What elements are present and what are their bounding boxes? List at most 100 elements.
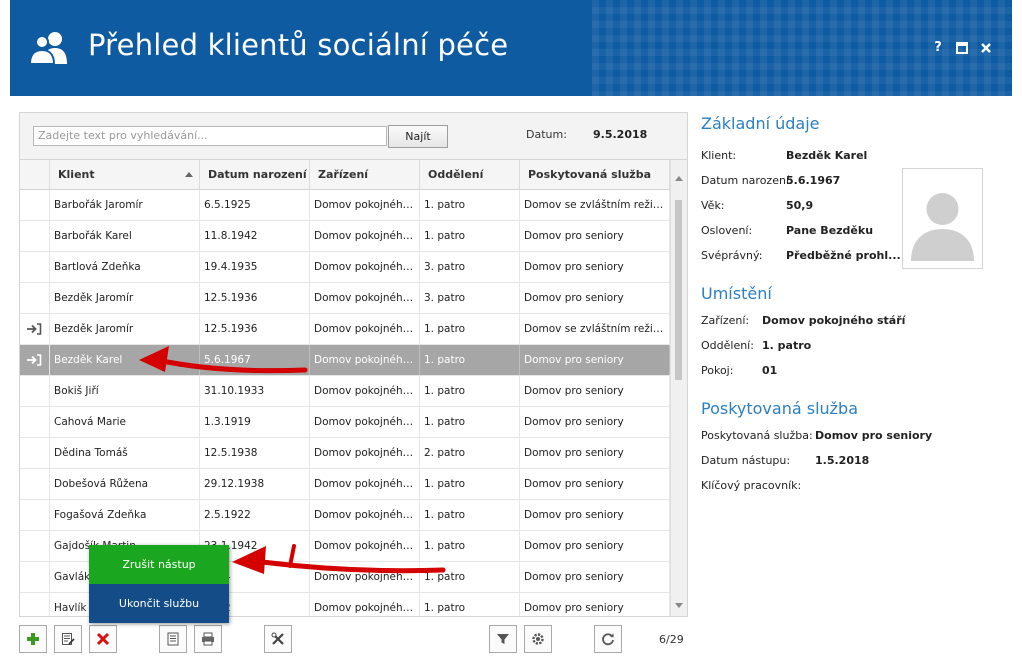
plus-icon (27, 633, 39, 645)
cell-sluzba: Domov pro seniory (520, 252, 670, 282)
cell-sluzba: Domov pro seniory (520, 345, 670, 375)
document-icon (167, 632, 179, 646)
column-header-klient[interactable]: Klient (50, 160, 200, 189)
printer-icon (202, 632, 214, 646)
settings-button[interactable] (524, 625, 552, 653)
delete-button[interactable] (89, 625, 117, 653)
cell-sluzba: Domov pro seniory (520, 469, 670, 499)
row-indicator (20, 469, 50, 499)
row-indicator (20, 407, 50, 437)
row-indicator (20, 345, 50, 375)
close-icon (981, 43, 991, 53)
header-pattern (592, 0, 1012, 96)
cell-datum: 12.5.1938 (200, 438, 310, 468)
close-button[interactable] (978, 40, 994, 56)
table-row[interactable]: Fogašová Zdeňka 2.5.1922 Domov pokojného s… (20, 500, 670, 531)
cell-sluzba: Domov pro seniory (520, 221, 670, 251)
cell-klient: Dobešová Růžena (50, 469, 200, 499)
detail-label-key-worker: Klíčový pracovník: (701, 479, 802, 492)
edit-button[interactable] (54, 625, 82, 653)
column-header-sluzba[interactable]: Poskytovaná služba (520, 160, 670, 189)
cell-sluzba: Domov pro seniory (520, 438, 670, 468)
add-button[interactable] (19, 625, 47, 653)
row-indicator (20, 593, 50, 616)
search-input[interactable]: Zadejte text pro vyhledávání... (33, 126, 387, 146)
document-button[interactable] (159, 625, 187, 653)
cell-zarizeni: Domov pokojného stáří (310, 438, 420, 468)
refresh-icon (602, 633, 614, 646)
cell-oddeleni: 3. patro (420, 252, 520, 282)
table-row[interactable]: Dědina Tomáš12.5.1938Domov pokojného stá… (20, 438, 670, 469)
cell-oddeleni: 2. patro (420, 438, 520, 468)
cell-datum: 29.12.1938 (200, 469, 310, 499)
filter-button[interactable] (489, 625, 517, 653)
maximize-button[interactable] (954, 40, 970, 56)
date-label: Datum: (526, 128, 567, 141)
column-header-zarizeni[interactable]: Zařízení (310, 160, 420, 189)
scroll-up-icon[interactable] (675, 176, 683, 181)
print-button[interactable] (194, 625, 222, 653)
cell-sluzba: Domov pro seniory (520, 376, 670, 406)
scroll-thumb[interactable] (675, 200, 682, 380)
cell-sluzba: Domov pro seniory (520, 562, 670, 592)
placement-title: Umístění (701, 284, 772, 303)
detail-value-room: 01 (762, 364, 778, 377)
scroll-down-icon[interactable] (675, 603, 683, 608)
app-header: Přehled klientů sociální péče ? (10, 0, 1012, 96)
basic-info-title: Základní údaje (701, 114, 820, 133)
detail-value-birthdate: 5.6.1967 (786, 174, 841, 187)
edit-document-icon (62, 633, 75, 645)
row-indicator (20, 221, 50, 251)
detail-value-department: 1. patro (762, 339, 812, 352)
cell-klient: Barbořák Karel (50, 221, 200, 251)
table-row[interactable]: Dobešová Růžena 29.12.1938 Domov pokojného… (20, 469, 670, 500)
detail-label-salutation: Oslovení: (701, 224, 753, 237)
cancel-admission-button[interactable]: Zrušit nástup (89, 545, 229, 584)
service-title: Poskytovaná služba (701, 399, 859, 418)
row-indicator (20, 562, 50, 592)
cell-klient: Cahová Marie (50, 407, 200, 437)
cell-zarizeni: Domov pokojného stáří (310, 221, 420, 251)
table-row[interactable]: Cahová Marie1.3.1919Domov pokojného stář… (20, 407, 670, 438)
detail-label-service: Poskytovaná služba: (701, 429, 813, 442)
refresh-button[interactable] (594, 625, 622, 653)
column-header-datum[interactable]: Datum narození (200, 160, 310, 189)
cell-datum: 11.8.1942 (200, 221, 310, 251)
detail-label-facility: Zařízení: (701, 314, 750, 327)
search-button[interactable]: Najít (388, 125, 448, 148)
indicator-header (20, 160, 50, 189)
cell-datum: 6.5.1925 (200, 190, 310, 220)
detail-label-room: Pokoj: (701, 364, 734, 377)
table-row[interactable]: Bezděk Karel5.6.1967Domov pokojného stář… (20, 345, 670, 376)
client-photo (902, 168, 983, 269)
tools-button[interactable] (264, 625, 292, 653)
end-service-button[interactable]: Ukončit službu (89, 584, 229, 623)
row-indicator (20, 438, 50, 468)
cell-zarizeni: Domov pokojného stáří (310, 376, 420, 406)
column-header-oddeleni[interactable]: Oddělení (420, 160, 520, 189)
table-row[interactable]: Barbořák Karel 11.8.1942 Domov pokojného s… (20, 221, 670, 252)
avatar-placeholder-icon (903, 169, 982, 268)
row-indicator (20, 252, 50, 282)
row-indicator (20, 500, 50, 530)
table-row[interactable]: Bokiš Jiří31.10.1933Domov pokojného stář… (20, 376, 670, 407)
vertical-scrollbar[interactable] (670, 160, 687, 616)
row-indicator (20, 376, 50, 406)
table-row[interactable]: Bezděk Jaromír 12.5.1936 Domov pokojného s… (20, 314, 670, 345)
table-row[interactable]: Bezděk Jaromír 12.5.1936 Domov pokojného s… (20, 283, 670, 314)
table-row[interactable]: Bartlová Zdeňka 19.4.1935 Domov pokojného … (20, 252, 670, 283)
cell-zarizeni: Domov pokojného stáří (310, 500, 420, 530)
detail-label-legal-capacity: Svéprávný: (701, 249, 763, 262)
help-button[interactable]: ? (930, 40, 946, 56)
cell-datum: 2.5.1922 (200, 500, 310, 530)
cell-oddeleni: 1. patro (420, 593, 520, 616)
cell-oddeleni: 1. patro (420, 500, 520, 530)
row-arrow-icon (27, 354, 42, 366)
table-row[interactable]: Barbořák Jaromír 6.5.1925 Domov pokojného … (20, 190, 670, 221)
filter-icon (497, 634, 509, 644)
row-indicator (20, 314, 50, 344)
cell-oddeleni: 1. patro (420, 345, 520, 375)
row-indicator (20, 190, 50, 220)
cell-datum: 12.5.1936 (200, 283, 310, 313)
cell-klient: Barbořák Jaromír (50, 190, 200, 220)
